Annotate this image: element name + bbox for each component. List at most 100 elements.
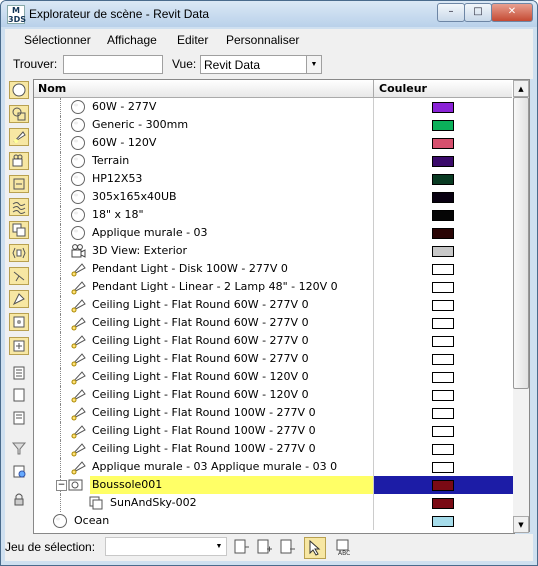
display-spacewarps-button[interactable] (9, 198, 29, 216)
tree-row-name-cell[interactable]: Ceiling Light - Flat Round 100W - 277V 0 (90, 422, 373, 440)
display-shapes-button[interactable] (9, 105, 29, 123)
tree-row[interactable]: Ceiling Light - Flat Round 100W - 277V 0 (34, 404, 512, 422)
color-swatch[interactable] (432, 462, 454, 473)
tree-row[interactable]: Ceiling Light - Flat Round 100W - 277V 0 (34, 422, 512, 440)
select-by-name-icon[interactable]: ABC (334, 537, 354, 557)
tree-row-name-cell[interactable]: Applique murale - 03 (90, 224, 373, 242)
color-cell[interactable] (373, 242, 513, 260)
color-cell[interactable] (373, 296, 513, 314)
color-swatch[interactable] (432, 390, 454, 401)
column-name-header[interactable]: Nom (38, 82, 66, 95)
vertical-scrollbar[interactable]: ▲ ▼ (513, 79, 530, 533)
menu-affichage[interactable]: Affichage (107, 33, 157, 47)
tree-row-name-cell[interactable]: Pendant Light - Disk 100W - 277V 0 (90, 260, 373, 278)
tree-row-name-cell[interactable]: Ceiling Light - Flat Round 100W - 277V 0 (90, 440, 373, 458)
color-swatch[interactable] (432, 354, 454, 365)
tree-row[interactable]: 305x165x40UB (34, 188, 512, 206)
display-groups-button[interactable] (9, 221, 29, 239)
color-cell[interactable] (373, 350, 513, 368)
color-cell[interactable] (373, 476, 513, 494)
display-bones-button[interactable] (9, 267, 29, 285)
color-cell[interactable] (373, 188, 513, 206)
color-cell[interactable] (373, 386, 513, 404)
tree-row-name-cell[interactable]: 60W - 277V (90, 98, 373, 116)
3ds-max-app-icon[interactable]: M 3DS (7, 5, 26, 24)
tree-row[interactable]: Pendant Light - Disk 100W - 277V 0 (34, 260, 512, 278)
select-highlighted-icon[interactable] (304, 537, 326, 559)
color-swatch[interactable] (432, 318, 454, 329)
collapse-toggle-icon[interactable]: − (56, 480, 67, 491)
tree-row[interactable]: Ceiling Light - Flat Round 60W - 277V 0 (34, 350, 512, 368)
scroll-up-button[interactable]: ▲ (513, 80, 529, 97)
color-swatch[interactable] (432, 228, 454, 239)
color-cell[interactable] (373, 206, 513, 224)
tree-row-name-cell[interactable]: Ceiling Light - Flat Round 60W - 120V 0 (90, 386, 373, 404)
tree-row[interactable]: Ceiling Light - Flat Round 60W - 277V 0 (34, 314, 512, 332)
tree-row[interactable]: Ceiling Light - Flat Round 60W - 277V 0 (34, 296, 512, 314)
color-cell[interactable] (373, 98, 513, 116)
menu-selectionner[interactable]: Sélectionner (24, 33, 91, 47)
color-cell[interactable] (373, 332, 513, 350)
tree-row[interactable]: Ceiling Light - Flat Round 60W - 120V 0 (34, 386, 512, 404)
tree-row[interactable]: Pendant Light - Linear - 2 Lamp 48" - 12… (34, 278, 512, 296)
color-swatch[interactable] (432, 120, 454, 131)
color-cell[interactable] (373, 512, 513, 530)
tree-row[interactable]: Applique murale - 03 (34, 224, 512, 242)
color-swatch[interactable] (432, 408, 454, 419)
minimize-button[interactable]: – (437, 3, 465, 22)
tree-row-name-cell[interactable]: Ceiling Light - Flat Round 60W - 277V 0 (90, 314, 373, 332)
tree-row[interactable]: HP12X53 (34, 170, 512, 188)
tree-row-name-cell[interactable]: Ceiling Light - Flat Round 60W - 277V 0 (90, 350, 373, 368)
color-cell[interactable] (373, 260, 513, 278)
color-cell[interactable] (373, 494, 513, 512)
filter-icon[interactable] (9, 439, 29, 457)
tree-row[interactable]: Applique murale - 03 Applique murale - 0… (34, 458, 512, 476)
display-containers-button[interactable] (9, 290, 29, 308)
selection-set-select[interactable]: ▼ (105, 537, 227, 556)
create-selection-set-icon[interactable] (231, 537, 251, 557)
tree-row-name-cell[interactable]: Ceiling Light - Flat Round 100W - 277V 0 (90, 404, 373, 422)
color-cell[interactable] (373, 170, 513, 188)
color-cell[interactable] (373, 440, 513, 458)
tree-row[interactable]: 60W - 120V (34, 134, 512, 152)
tree-row-name-cell[interactable]: Pendant Light - Linear - 2 Lamp 48" - 12… (90, 278, 373, 296)
tree-row[interactable]: Ceiling Light - Flat Round 60W - 120V 0 (34, 368, 512, 386)
color-swatch[interactable] (432, 444, 454, 455)
color-swatch[interactable] (432, 300, 454, 311)
color-cell[interactable] (373, 404, 513, 422)
tree-row-name-cell[interactable]: SunAndSky-002 (108, 494, 373, 512)
color-swatch[interactable] (432, 246, 454, 257)
tree-row[interactable]: Boussole001 − (34, 476, 513, 494)
display-xrefs-button[interactable] (9, 244, 29, 262)
dropdown-arrow-icon[interactable]: ▼ (306, 56, 321, 73)
color-cell[interactable] (373, 224, 513, 242)
tree-row-name-cell[interactable]: Ceiling Light - Flat Round 60W - 120V 0 (90, 368, 373, 386)
tree-row-name-cell[interactable]: Boussole001 (90, 476, 373, 494)
tree-row[interactable]: Ceiling Light - Flat Round 60W - 277V 0 (34, 332, 512, 350)
color-swatch[interactable] (432, 336, 454, 347)
color-swatch[interactable] (432, 174, 454, 185)
tree-row[interactable]: 60W - 277V (34, 98, 512, 116)
find-input[interactable] (63, 55, 163, 74)
dropdown-arrow-icon[interactable]: ▼ (212, 538, 226, 555)
remove-from-selection-set-icon[interactable] (277, 537, 297, 557)
scroll-down-button[interactable]: ▼ (513, 516, 529, 533)
color-swatch[interactable] (432, 264, 454, 275)
menu-personnaliser[interactable]: Personnaliser (226, 33, 299, 47)
view-select[interactable]: Revit Data ▼ (200, 55, 322, 74)
display-cameras-button[interactable] (9, 152, 29, 170)
color-cell[interactable] (373, 314, 513, 332)
maximize-button[interactable]: □ (464, 3, 492, 22)
color-cell[interactable] (373, 368, 513, 386)
column-color-header[interactable]: Couleur (373, 80, 513, 97)
color-cell[interactable] (373, 152, 513, 170)
scroll-thumb[interactable] (513, 97, 529, 389)
tree-row[interactable]: SunAndSky-002 (34, 494, 512, 512)
sync-selection-button[interactable] (9, 462, 29, 480)
color-swatch[interactable] (432, 282, 454, 293)
add-to-selection-set-icon[interactable] (254, 537, 274, 557)
tree-row-name-cell[interactable]: Ceiling Light - Flat Round 60W - 277V 0 (90, 296, 373, 314)
close-button[interactable]: ✕ (491, 3, 533, 22)
color-cell[interactable] (373, 116, 513, 134)
color-swatch[interactable] (432, 192, 454, 203)
